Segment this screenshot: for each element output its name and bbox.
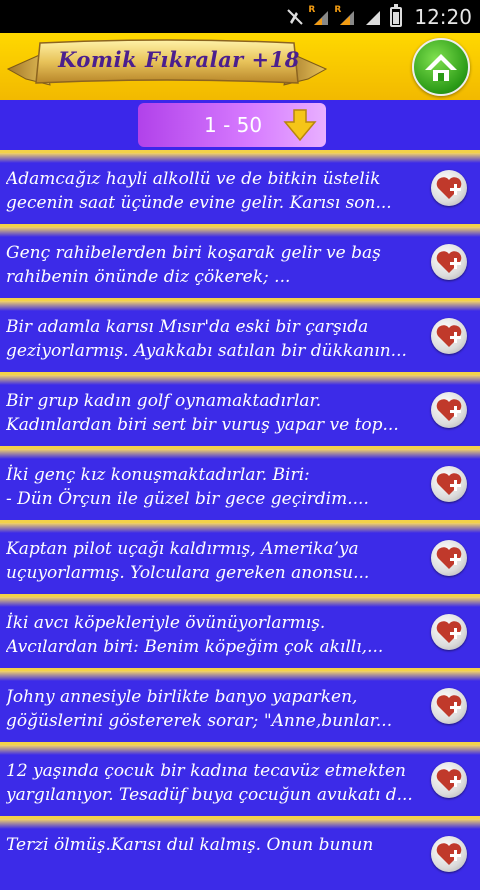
heart-plus-icon — [436, 621, 462, 643]
joke-preview: Bir adamla karısı Mısır'da eski bir çarş… — [6, 317, 407, 361]
list-item[interactable]: Adamcağız hayli alkollü ve de bitkin üst… — [0, 150, 480, 224]
home-button[interactable] — [412, 38, 470, 96]
pager-bar: 1 - 50 — [0, 100, 480, 150]
list-item[interactable]: İki avcı köpekleriyle övünüyorlarmış. Av… — [0, 594, 480, 668]
list-item[interactable]: Terzi ölmüş.Karısı dul kalmış. Onun bunu… — [0, 816, 480, 890]
add-favorite-button[interactable] — [431, 466, 467, 502]
list-item[interactable]: İki genç kız konuşmaktadırlar. Biri: - D… — [0, 446, 480, 520]
heart-plus-icon — [436, 473, 462, 495]
list-item[interactable]: 12 yaşında çocuk bir kadına tecavüz etme… — [0, 742, 480, 816]
status-icons: R R 12:20 — [286, 4, 472, 30]
signal-full-icon — [364, 8, 382, 26]
joke-preview: İki genç kız konuşmaktadırlar. Biri: - D… — [6, 465, 369, 509]
joke-preview: İki avcı köpekleriyle övünüyorlarmış. Av… — [6, 613, 384, 657]
list-item[interactable]: Genç rahibelerden biri koşarak gelir ve … — [0, 224, 480, 298]
joke-preview: Johny annesiyle birlikte banyo yaparken,… — [6, 687, 393, 731]
roaming-label: R — [334, 5, 342, 15]
signal-r-icon: R — [334, 5, 356, 26]
joke-preview: Adamcağız hayli alkollü ve de bitkin üst… — [6, 169, 392, 213]
add-favorite-button[interactable] — [431, 540, 467, 576]
add-favorite-button[interactable] — [431, 392, 467, 428]
heart-plus-icon — [436, 251, 462, 273]
heart-plus-icon — [436, 769, 462, 791]
roaming-label: R — [308, 5, 316, 15]
list-item[interactable]: Kaptan pilot uçağı kaldırmış, Amerika’ya… — [0, 520, 480, 594]
heart-plus-icon — [436, 399, 462, 421]
heart-plus-icon — [436, 177, 462, 199]
add-favorite-button[interactable] — [431, 836, 467, 872]
add-favorite-button[interactable] — [431, 688, 467, 724]
heart-plus-icon — [436, 695, 462, 717]
heart-plus-icon — [436, 843, 462, 865]
list-item[interactable]: Johny annesiyle birlikte banyo yaparken,… — [0, 668, 480, 742]
add-favorite-button[interactable] — [431, 614, 467, 650]
joke-preview: Terzi ölmüş.Karısı dul kalmış. Onun bunu… — [6, 835, 374, 855]
page-selector[interactable]: 1 - 50 — [138, 103, 326, 147]
page-range-label: 1 - 50 — [204, 113, 263, 137]
add-favorite-button[interactable] — [431, 170, 467, 206]
clock: 12:20 — [414, 5, 472, 29]
signal-r-icon: R — [308, 5, 330, 26]
app-title: Komik Fıkralar +18 — [58, 47, 300, 72]
list-item[interactable]: Bir grup kadın golf oynamaktadırlar. Kad… — [0, 372, 480, 446]
heart-plus-icon — [436, 547, 462, 569]
joke-preview: 12 yaşında çocuk bir kadına tecavüz etme… — [6, 761, 413, 805]
app-header: Komik Fıkralar +18 — [0, 33, 480, 100]
arrow-down-icon — [283, 109, 317, 142]
joke-preview: Genç rahibelerden biri koşarak gelir ve … — [6, 243, 381, 287]
add-favorite-button[interactable] — [431, 244, 467, 280]
add-favorite-button[interactable] — [431, 762, 467, 798]
joke-preview: Bir grup kadın golf oynamaktadırlar. Kad… — [6, 391, 399, 435]
mute-icon — [286, 8, 304, 26]
title-ribbon: Komik Fıkralar +18 — [6, 39, 328, 91]
joke-list: Adamcağız hayli alkollü ve de bitkin üst… — [0, 150, 480, 890]
joke-preview: Kaptan pilot uçağı kaldırmış, Amerika’ya… — [6, 539, 370, 583]
list-item[interactable]: Bir adamla karısı Mısır'da eski bir çarş… — [0, 298, 480, 372]
add-favorite-button[interactable] — [431, 318, 467, 354]
home-icon — [425, 54, 457, 81]
heart-plus-icon — [436, 325, 462, 347]
battery-icon — [390, 4, 403, 27]
status-bar: R R 12:20 — [0, 0, 480, 33]
